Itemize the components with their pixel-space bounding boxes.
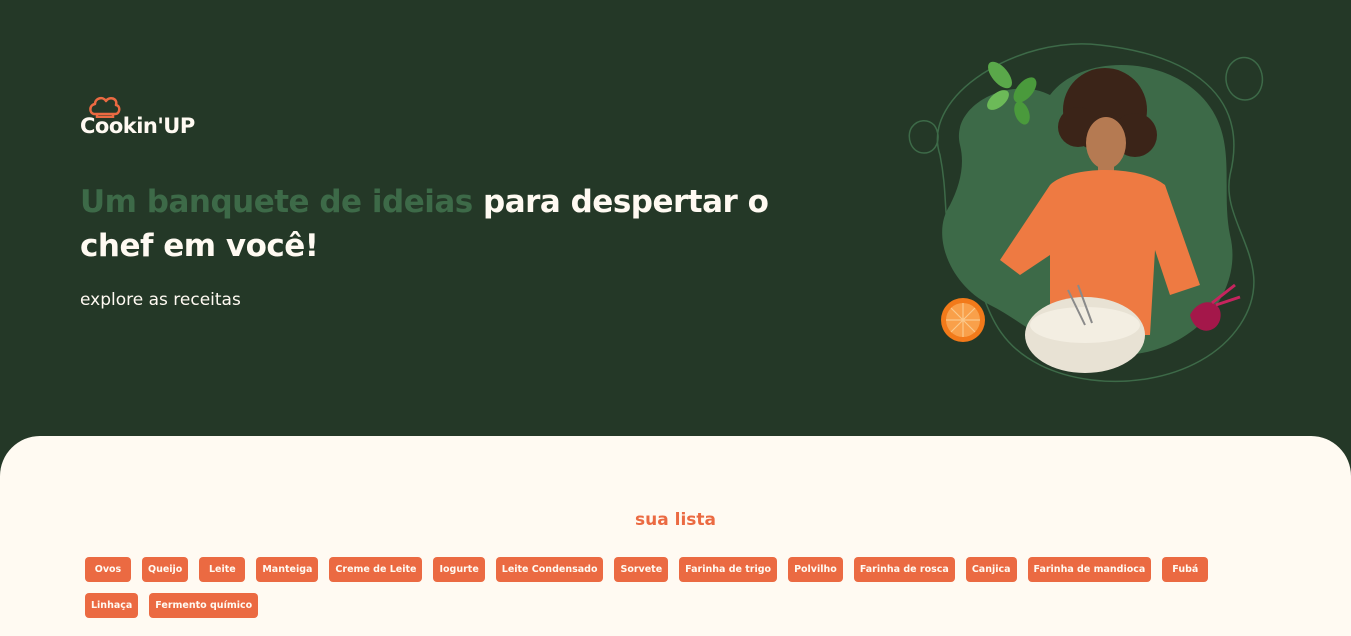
ingredient-list: Ovos Queijo Leite Manteiga Creme de Leit… [85, 557, 1225, 618]
ingredient-tag[interactable]: Canjica [965, 557, 1017, 582]
ingredient-tag[interactable]: Ovos [85, 557, 131, 582]
ingredient-tag[interactable]: Farinha de mandioca [1027, 557, 1152, 582]
ingredient-tag[interactable]: Creme de Leite [329, 557, 423, 582]
hero-subtitle: explore as receitas [80, 290, 241, 310]
ingredient-tag[interactable]: Leite Condensado [495, 557, 604, 582]
ingredient-tag[interactable]: Manteiga [256, 557, 319, 582]
ingredient-tag[interactable]: Sorvete [614, 557, 669, 582]
ingredient-tag[interactable]: Farinha de trigo [679, 557, 778, 582]
ingredient-tag[interactable]: Linhaça [85, 593, 139, 618]
ingredient-tag[interactable]: Iogurte [433, 557, 485, 582]
logo-text: Cookin'UP [80, 114, 195, 138]
hero-section: Cookin'UP Um banquete de ideias para des… [0, 0, 1351, 460]
list-title: sua lista [635, 510, 716, 530]
ingredient-tag[interactable]: Farinha de rosca [853, 557, 955, 582]
ingredient-tag[interactable]: Polvilho [788, 557, 843, 582]
ingredient-tag[interactable]: Leite [199, 557, 246, 582]
ingredient-tag[interactable]: Queijo [142, 557, 189, 582]
woman-cooking-illustration [908, 43, 1264, 383]
headline-accent: Um banquete de ideias [80, 184, 473, 220]
ingredient-tag[interactable]: Fubá [1162, 557, 1209, 582]
cookinup-logo[interactable]: Cookin'UP [80, 94, 210, 146]
ingredient-tag[interactable]: Fermento químico [149, 593, 259, 618]
hero-headline: Um banquete de ideias para despertar o c… [80, 180, 840, 268]
